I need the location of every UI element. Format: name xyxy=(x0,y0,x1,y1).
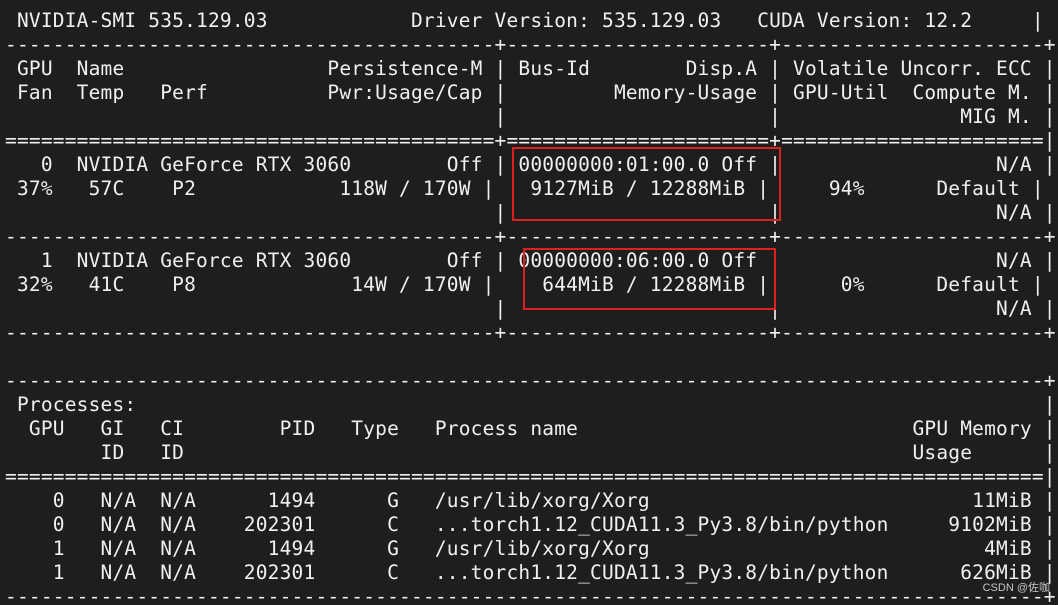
gpu-0-row: 37% 57C P2 118W / 170W | 9127MiB / 12288… xyxy=(5,177,1044,200)
process-row: 0 N/A N/A 1494 G /usr/lib/xorg/Xorg 11Mi… xyxy=(5,489,1056,512)
smi-header-line: NVIDIA-SMI 535.129.03 Driver Version: 53… xyxy=(5,9,1044,32)
separator-line: ----------------------------------------… xyxy=(5,369,1056,392)
gpu-1-row: | | N/A | xyxy=(5,297,1056,320)
blank-line xyxy=(5,345,1044,369)
terminal-window[interactable]: NVIDIA-SMI 535.129.03 Driver Version: 53… xyxy=(0,0,1058,605)
gpu-1-row: 32% 41C P8 14W / 170W | 644MiB / 12288Mi… xyxy=(5,273,1044,296)
column-header-line: | | MIG M. | xyxy=(5,105,1056,128)
process-row: 1 N/A N/A 202301 C ...torch1.12_CUDA11.3… xyxy=(5,561,1056,584)
column-header-line: Fan Temp Perf Pwr:Usage/Cap | Memory-Usa… xyxy=(5,81,1056,104)
gpu-0-row: | | N/A | xyxy=(5,201,1056,224)
separator-line: ----------------------------------------… xyxy=(5,33,1056,56)
process-header-line: ID ID Usage | xyxy=(5,441,1056,464)
process-row: 1 N/A N/A 1494 G /usr/lib/xorg/Xorg 4MiB… xyxy=(5,537,1056,560)
column-header-line: GPU Name Persistence-M | Bus-Id Disp.A |… xyxy=(5,57,1056,80)
gpu-1-row: 1 NVIDIA GeForce RTX 3060 Off | 00000000… xyxy=(5,249,1056,272)
watermark: CSDN @佐咖 xyxy=(982,582,1050,594)
gpu-0-row: 0 NVIDIA GeForce RTX 3060 Off | 00000000… xyxy=(5,153,1056,176)
separator-line: ----------------------------------------… xyxy=(5,585,1056,605)
process-header-line: GPU GI CI PID Type Process name GPU Memo… xyxy=(5,417,1056,440)
separator-line: ----------------------------------------… xyxy=(5,225,1056,248)
process-row: 0 N/A N/A 202301 C ...torch1.12_CUDA11.3… xyxy=(5,513,1056,536)
separator-line: ========================================… xyxy=(5,465,1056,488)
separator-line: ----------------------------------------… xyxy=(5,321,1056,344)
separator-line: ========================================… xyxy=(5,129,1056,152)
processes-title-line: Processes: | xyxy=(5,393,1056,416)
